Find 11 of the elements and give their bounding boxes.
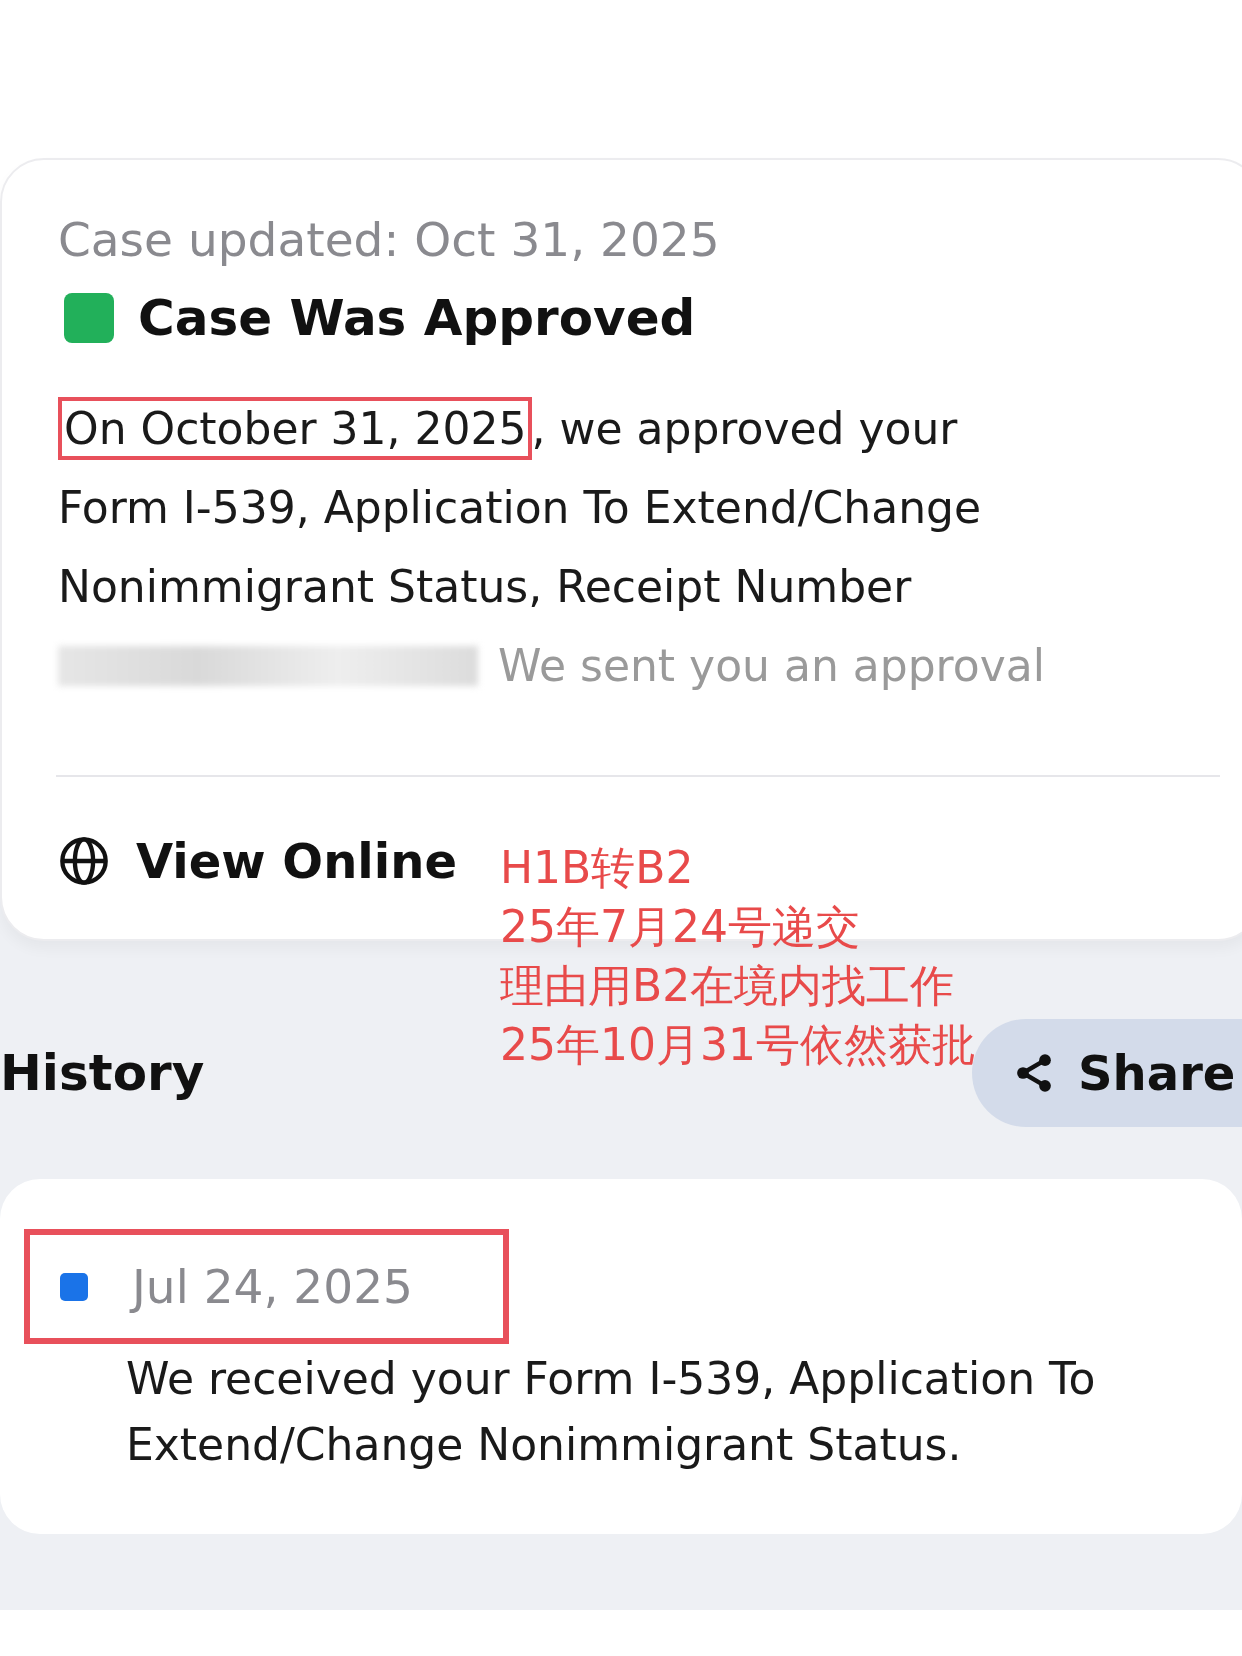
annotation-text: 理由用B2在境内找工作	[500, 959, 956, 1013]
case-message-continued: We sent you an approval	[498, 640, 1045, 691]
case-message: On October 31, 2025, we approved your Form I-539, Application To Extend/Change Nonimmigrant Status, Receipt Number	[52, 389, 1220, 626]
view-online-link[interactable]: View Online	[58, 833, 457, 889]
history-heading: History	[0, 1044, 205, 1102]
annotation-text: 25年7月24号递交	[500, 900, 861, 954]
case-updated-text: Case updated: Oct 31, 2025	[58, 212, 721, 267]
case-status-title: Case Was Approved	[138, 289, 696, 347]
globe-icon	[58, 835, 110, 887]
history-text: We received your Form I-539, Application To Extend/Change Nonimmigrant Status.	[126, 1352, 1097, 1472]
annotation-text: H1B转B2	[500, 841, 695, 895]
